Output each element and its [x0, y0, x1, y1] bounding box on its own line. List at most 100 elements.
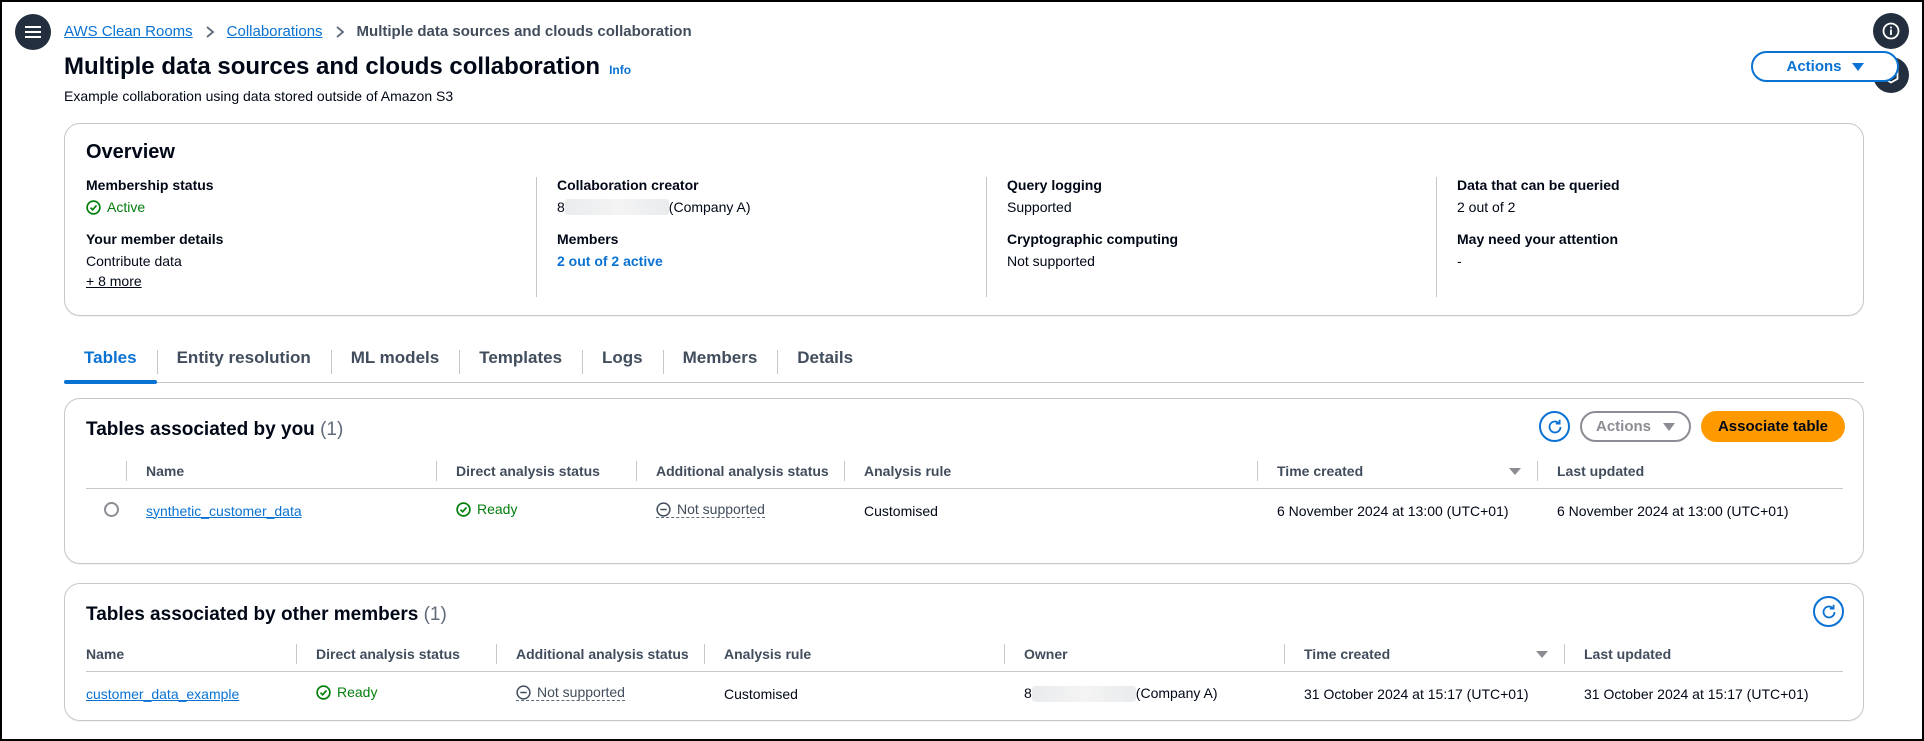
direct-status-text: Ready	[477, 501, 518, 518]
table-actions-dropdown[interactable]: Actions	[1580, 411, 1691, 442]
creator-label: Collaboration creator	[557, 177, 699, 193]
time-created-header-label: Time created	[1304, 646, 1391, 662]
tab-entity-resolution[interactable]: Entity resolution	[156, 338, 331, 383]
overview-column-1: Membership status Active Your member det…	[86, 177, 516, 297]
page-description: Example collaboration using data stored …	[64, 88, 454, 104]
sort-descending-icon	[1509, 468, 1521, 475]
info-link[interactable]: Info	[609, 63, 631, 77]
column-header-name[interactable]: Name	[126, 461, 436, 481]
row-select-radio[interactable]	[104, 501, 119, 517]
table-name-link[interactable]: synthetic_customer_data	[146, 503, 302, 519]
sort-descending-icon	[1536, 651, 1548, 658]
membership-status-value: Active	[86, 197, 516, 217]
additional-status[interactable]: Not supported	[516, 684, 625, 702]
member-details-label: Your member details	[86, 231, 224, 247]
tab-templates[interactable]: Templates	[459, 338, 582, 383]
additional-status[interactable]: Not supported	[656, 501, 765, 519]
additional-status-text: Not supported	[537, 684, 625, 701]
column-header-additional-analysis[interactable]: Additional analysis status	[496, 644, 704, 664]
associate-table-button[interactable]: Associate table	[1701, 411, 1845, 442]
breadcrumb: AWS Clean Rooms Collaborations Multiple …	[64, 23, 692, 40]
table-actions-label: Actions	[1595, 418, 1651, 435]
members-value-link[interactable]: 2 out of 2 active	[557, 251, 966, 271]
analysis-rule-cell: Customised	[864, 502, 938, 519]
time-created-cell: 31 October 2024 at 15:17 (UTC+01)	[1304, 685, 1529, 702]
actions-dropdown-button[interactable]: Actions	[1751, 51, 1899, 82]
tab-members[interactable]: Members	[662, 338, 778, 383]
owner-cell: 8 (Company A)	[1004, 684, 1284, 703]
redacted-account-id	[1031, 686, 1136, 703]
tables-by-others-grid: Name Direct analysis status Additional a…	[86, 637, 1843, 715]
time-created-header-label: Time created	[1277, 463, 1364, 479]
members-label: Members	[557, 231, 619, 247]
refresh-others-button[interactable]	[1813, 596, 1844, 627]
hamburger-icon	[25, 26, 41, 38]
page-title: Multiple data sources and clouds collabo…	[64, 53, 601, 80]
direct-status-text: Ready	[337, 684, 378, 701]
column-header-analysis-rule[interactable]: Analysis rule	[844, 461, 1257, 481]
column-header-additional-analysis[interactable]: Additional analysis status	[636, 461, 844, 481]
refresh-icon	[1822, 604, 1835, 618]
tables-by-you-panel: Tables associated by you (1) Actions Ass…	[64, 398, 1864, 564]
overview-column-3: Query logging Supported Cryptographic co…	[986, 177, 1416, 297]
time-created-cell: 6 November 2024 at 13:00 (UTC+01)	[1277, 502, 1509, 519]
attention-label: May need your attention	[1457, 231, 1619, 247]
column-header-time-created[interactable]: Time created	[1284, 644, 1564, 664]
tab-details[interactable]: Details	[777, 338, 873, 383]
caret-down-icon	[1851, 62, 1864, 71]
direct-status: Ready	[456, 501, 517, 517]
creator-account-prefix: 8	[557, 199, 565, 215]
tables-by-others-title: Tables associated by other members	[86, 604, 419, 625]
check-circle-icon	[316, 685, 331, 700]
check-circle-icon	[86, 199, 101, 215]
membership-status-label: Membership status	[86, 177, 214, 193]
minus-circle-icon	[656, 502, 671, 517]
table-name-link[interactable]: customer_data_example	[86, 686, 239, 702]
page-title-row: Multiple data sources and clouds collabo…	[64, 53, 631, 81]
tables-by-others-panel: Tables associated by other members (1) N…	[64, 583, 1864, 721]
creator-value: 8 (Company A)	[557, 197, 966, 217]
breadcrumb-current: Multiple data sources and clouds collabo…	[356, 23, 692, 40]
queryable-data-value: 2 out of 2	[1457, 199, 1516, 215]
info-panel-button[interactable]	[1873, 13, 1909, 49]
tab-tables[interactable]: Tables	[64, 338, 157, 384]
show-more-link[interactable]: + 8 more	[86, 271, 142, 291]
membership-status-text: Active	[107, 199, 146, 215]
column-header-direct-analysis[interactable]: Direct analysis status	[296, 644, 496, 664]
additional-status-text: Not supported	[677, 501, 765, 518]
column-header-owner[interactable]: Owner	[1004, 644, 1284, 664]
tables-by-you-count: (1)	[320, 419, 344, 440]
query-logging-label: Query logging	[1007, 177, 1102, 193]
tables-by-you-title: Tables associated by you	[86, 419, 315, 440]
caret-down-icon	[1663, 422, 1675, 431]
breadcrumb-aws-clean-rooms[interactable]: AWS Clean Rooms	[64, 23, 193, 40]
navigation-menu-button[interactable]	[15, 14, 51, 50]
crypto-computing-value: Not supported	[1007, 253, 1095, 269]
column-header-time-created[interactable]: Time created	[1257, 461, 1537, 481]
actions-label: Actions	[1786, 58, 1842, 75]
check-circle-icon	[456, 502, 471, 517]
refresh-icon	[1548, 419, 1561, 433]
tab-logs[interactable]: Logs	[582, 338, 663, 383]
direct-status: Ready	[316, 684, 377, 700]
owner-company: (Company A)	[1135, 684, 1218, 701]
column-header-analysis-rule[interactable]: Analysis rule	[704, 644, 1004, 664]
column-header-last-updated[interactable]: Last updated	[1564, 644, 1843, 664]
creator-company: (Company A)	[668, 199, 751, 215]
tables-by-others-header: Tables associated by other members (1)	[86, 604, 447, 626]
column-header-last-updated[interactable]: Last updated	[1537, 461, 1837, 481]
analysis-rule-cell: Customised	[724, 685, 798, 702]
table-header-row: Name Direct analysis status Additional a…	[86, 637, 1843, 672]
tab-ml-models[interactable]: ML models	[330, 338, 459, 383]
breadcrumb-collaborations[interactable]: Collaborations	[227, 23, 323, 40]
minus-circle-icon	[516, 685, 531, 700]
chevron-right-icon	[206, 25, 215, 38]
crypto-computing-label: Cryptographic computing	[1007, 231, 1179, 247]
refresh-button[interactable]	[1539, 411, 1570, 442]
query-logging-value: Supported	[1007, 199, 1072, 215]
column-header-name[interactable]: Name	[86, 646, 296, 662]
overview-column-2: Collaboration creator 8 (Company A) Memb…	[536, 177, 966, 297]
column-header-direct-analysis[interactable]: Direct analysis status	[436, 461, 636, 481]
last-updated-cell: 31 October 2024 at 15:17 (UTC+01)	[1584, 685, 1809, 702]
table-row: customer_data_example Ready Not supporte…	[86, 672, 1843, 715]
